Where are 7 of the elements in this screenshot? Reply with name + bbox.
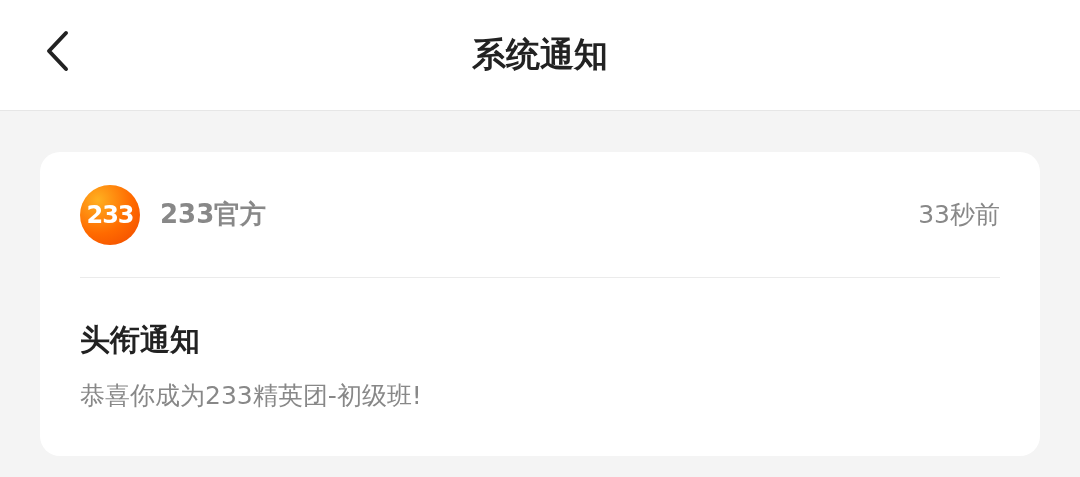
timestamp: 33秒前 <box>918 199 1000 231</box>
back-icon[interactable] <box>44 30 70 72</box>
page-title: 系统通知 <box>472 33 608 76</box>
notification-title: 头衔通知 <box>80 321 201 359</box>
sender-name: 233官方 <box>160 198 268 231</box>
sender-logo: 233 <box>80 184 140 245</box>
notification-body: 恭喜你成为233精英团-初级班! <box>80 380 423 412</box>
